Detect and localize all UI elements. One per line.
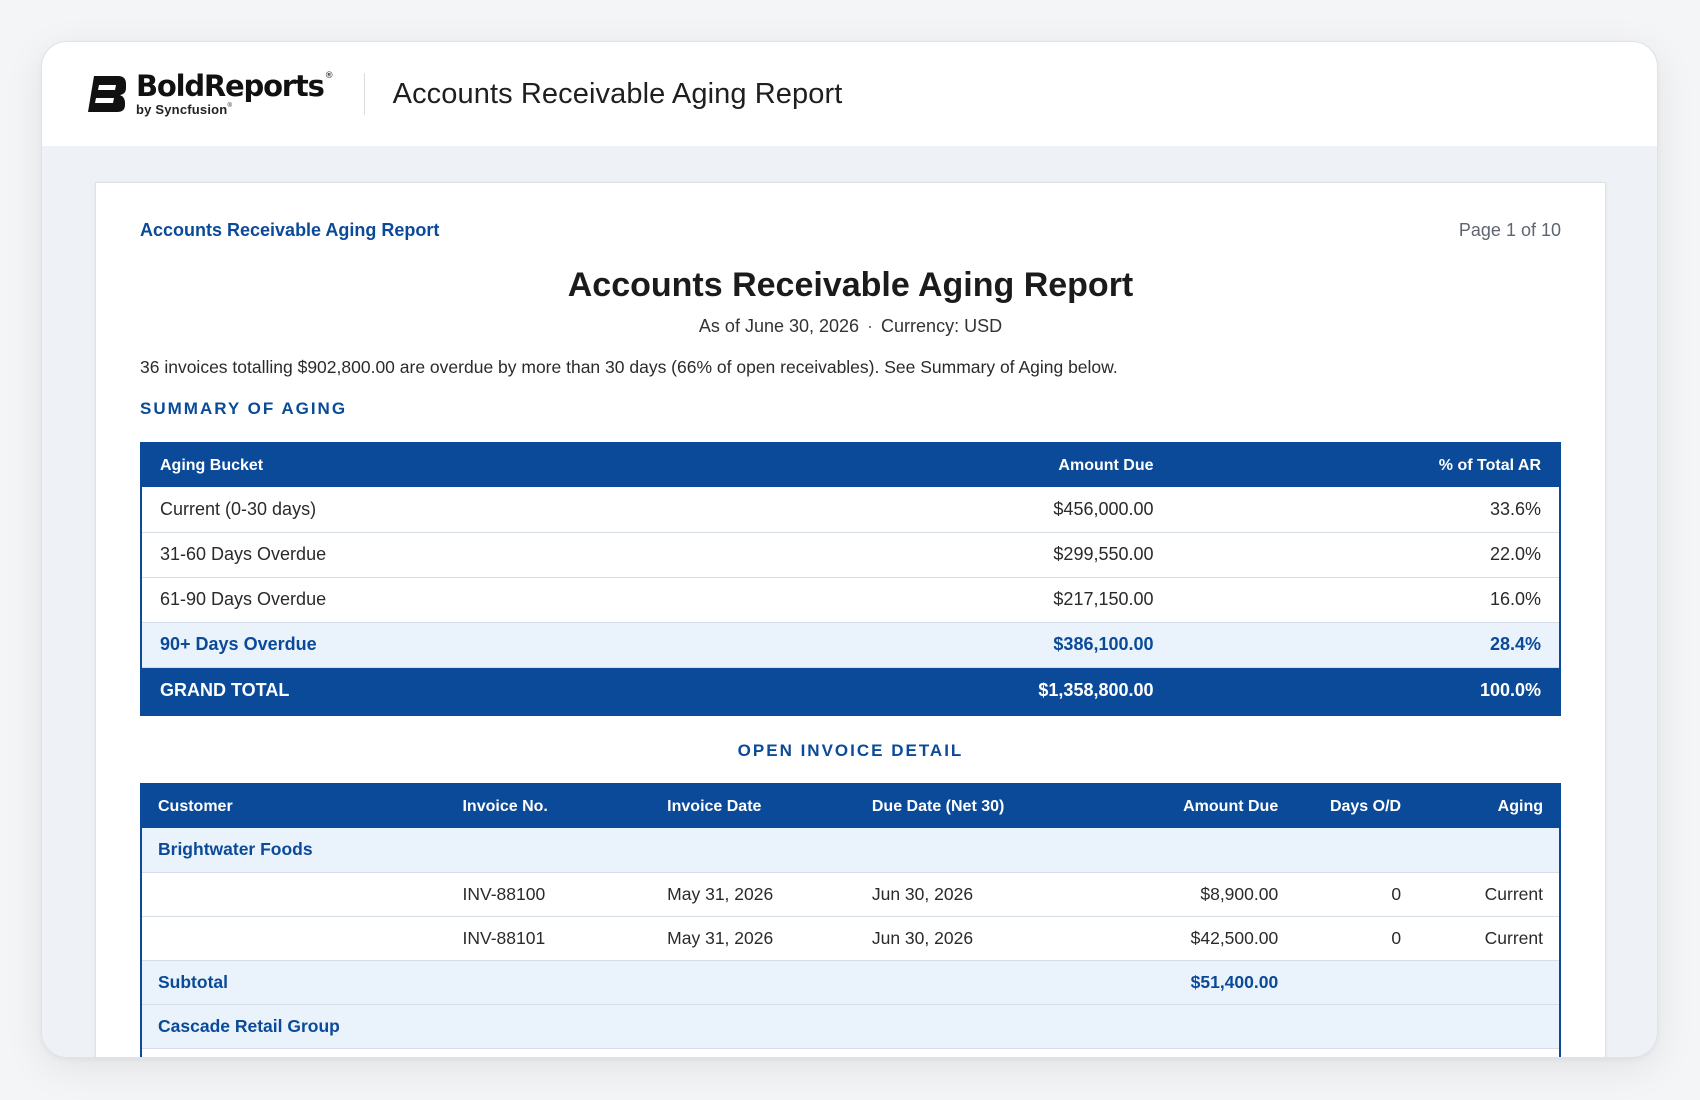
subtotal-amount: $51,400.00 bbox=[1090, 960, 1295, 1005]
summary-heading: SUMMARY OF AGING bbox=[140, 399, 348, 418]
customer-group-row: Cascade Retail Group bbox=[141, 1004, 1560, 1049]
days-overdue: 0 bbox=[1294, 872, 1418, 917]
bucket-amount: $217,150.00 bbox=[839, 577, 1172, 623]
bucket-pct: 33.6% bbox=[1171, 487, 1560, 533]
summary-row-highlight: 90+ Days Overdue $386,100.00 28.4% bbox=[141, 622, 1560, 668]
summary-header-row: Aging Bucket Amount Due % of Total AR bbox=[141, 443, 1560, 487]
customer-group-row: Brightwater Foods bbox=[141, 828, 1560, 873]
detail-heading: OPEN INVOICE DETAIL bbox=[737, 741, 964, 760]
aging-status: Current bbox=[1417, 916, 1560, 961]
summary-table: Aging Bucket Amount Due % of Total AR Cu… bbox=[140, 442, 1561, 716]
bold-reports-logo-icon bbox=[88, 76, 126, 112]
column-header-amount-due[interactable]: Amount Due bbox=[839, 443, 1172, 487]
logo-brand-text: BoldReports® bbox=[136, 69, 334, 103]
summary-row: 61-90 Days Overdue $217,150.00 16.0% bbox=[141, 577, 1560, 623]
bucket-amount: $386,100.00 bbox=[839, 622, 1172, 668]
amount-due: $8,900.00 bbox=[1090, 872, 1295, 917]
bucket-amount: $456,000.00 bbox=[839, 487, 1172, 533]
invoice-number: INV-88101 bbox=[446, 916, 652, 961]
column-header-aging[interactable]: Aging bbox=[1417, 784, 1560, 828]
customer-cell bbox=[141, 872, 447, 917]
column-header-aging-bucket[interactable]: Aging Bucket bbox=[141, 443, 840, 487]
bucket-pct: 28.4% bbox=[1171, 622, 1560, 668]
table-row bbox=[141, 1048, 1560, 1057]
bucket-label: 31-60 Days Overdue bbox=[141, 532, 840, 578]
days-overdue: 0 bbox=[1294, 916, 1418, 961]
subtotal-row: Subtotal $51,400.00 bbox=[141, 960, 1560, 1005]
bold-reports-logo[interactable]: BoldReports® by Syncfusion® bbox=[84, 64, 334, 124]
bucket-label: 90+ Days Overdue bbox=[141, 622, 840, 668]
bucket-pct: 22.0% bbox=[1171, 532, 1560, 578]
currency-label: Currency: USD bbox=[881, 316, 1003, 336]
page-number: Page 1 of 10 bbox=[1458, 220, 1561, 240]
customer-name: Cascade Retail Group bbox=[141, 1004, 1560, 1049]
grand-total-pct: 100.0% bbox=[1171, 667, 1560, 715]
running-title: Accounts Receivable Aging Report bbox=[140, 220, 440, 240]
invoice-detail-table: Customer Invoice No. Invoice Date Due Da… bbox=[140, 783, 1561, 1057]
separator-dot: · bbox=[867, 316, 874, 336]
intro-text: 36 invoices totalling $902,800.00 are ov… bbox=[140, 357, 1118, 377]
as-of-date: As of June 30, 2026 bbox=[698, 316, 860, 336]
app-title: Accounts Receivable Aging Report bbox=[392, 77, 843, 110]
header-divider bbox=[363, 73, 365, 115]
bucket-label: Current (0-30 days) bbox=[141, 487, 840, 533]
summary-row: 31-60 Days Overdue $299,550.00 22.0% bbox=[141, 532, 1560, 578]
invoice-date: May 31, 2026 bbox=[651, 872, 856, 917]
subtotal-label: Subtotal bbox=[141, 960, 447, 1005]
report-subtitle: As of June 30, 2026 · Currency: USD bbox=[140, 316, 1561, 337]
bucket-amount: $299,550.00 bbox=[839, 532, 1172, 578]
bucket-pct: 16.0% bbox=[1171, 577, 1560, 623]
app-window: BoldReports® by Syncfusion® Accounts Rec… bbox=[41, 41, 1658, 1058]
column-header-invoice-no[interactable]: Invoice No. bbox=[446, 784, 652, 828]
column-header-invoice-date[interactable]: Invoice Date bbox=[651, 784, 856, 828]
logo-sub-text: by Syncfusion® bbox=[136, 102, 233, 117]
grand-total-amount: $1,358,800.00 bbox=[839, 667, 1172, 715]
bucket-label: 61-90 Days Overdue bbox=[141, 577, 840, 623]
customer-cell bbox=[141, 916, 447, 961]
grand-total-label: GRAND TOTAL bbox=[141, 667, 840, 715]
detail-header-row: Customer Invoice No. Invoice Date Due Da… bbox=[141, 784, 1560, 828]
grand-total-row: GRAND TOTAL $1,358,800.00 100.0% bbox=[141, 667, 1560, 715]
column-header-due-date[interactable]: Due Date (Net 30) bbox=[855, 784, 1091, 828]
column-header-amount-due[interactable]: Amount Due bbox=[1090, 784, 1295, 828]
customer-name: Brightwater Foods bbox=[141, 828, 1560, 873]
due-date: Jun 30, 2026 bbox=[855, 916, 1091, 961]
table-row: INV-88100 May 31, 2026 Jun 30, 2026 $8,9… bbox=[141, 872, 1560, 917]
column-header-days-od[interactable]: Days O/D bbox=[1294, 784, 1418, 828]
column-header-pct-total[interactable]: % of Total AR bbox=[1171, 443, 1560, 487]
invoice-date: May 31, 2026 bbox=[651, 916, 856, 961]
aging-status: Current bbox=[1417, 872, 1560, 917]
report-title: Accounts Receivable Aging Report bbox=[567, 266, 1134, 304]
running-head: Accounts Receivable Aging Report Page 1 … bbox=[140, 220, 1561, 241]
due-date: Jun 30, 2026 bbox=[855, 872, 1091, 917]
summary-row: Current (0-30 days) $456,000.00 33.6% bbox=[141, 487, 1560, 533]
invoice-number: INV-88100 bbox=[446, 872, 652, 917]
table-row: INV-88101 May 31, 2026 Jun 30, 2026 $42,… bbox=[141, 916, 1560, 961]
column-header-customer[interactable]: Customer bbox=[141, 784, 447, 828]
report-page[interactable]: Accounts Receivable Aging Report Page 1 … bbox=[95, 182, 1606, 1057]
app-header: BoldReports® by Syncfusion® Accounts Rec… bbox=[42, 42, 1657, 146]
amount-due: $42,500.00 bbox=[1090, 916, 1295, 961]
